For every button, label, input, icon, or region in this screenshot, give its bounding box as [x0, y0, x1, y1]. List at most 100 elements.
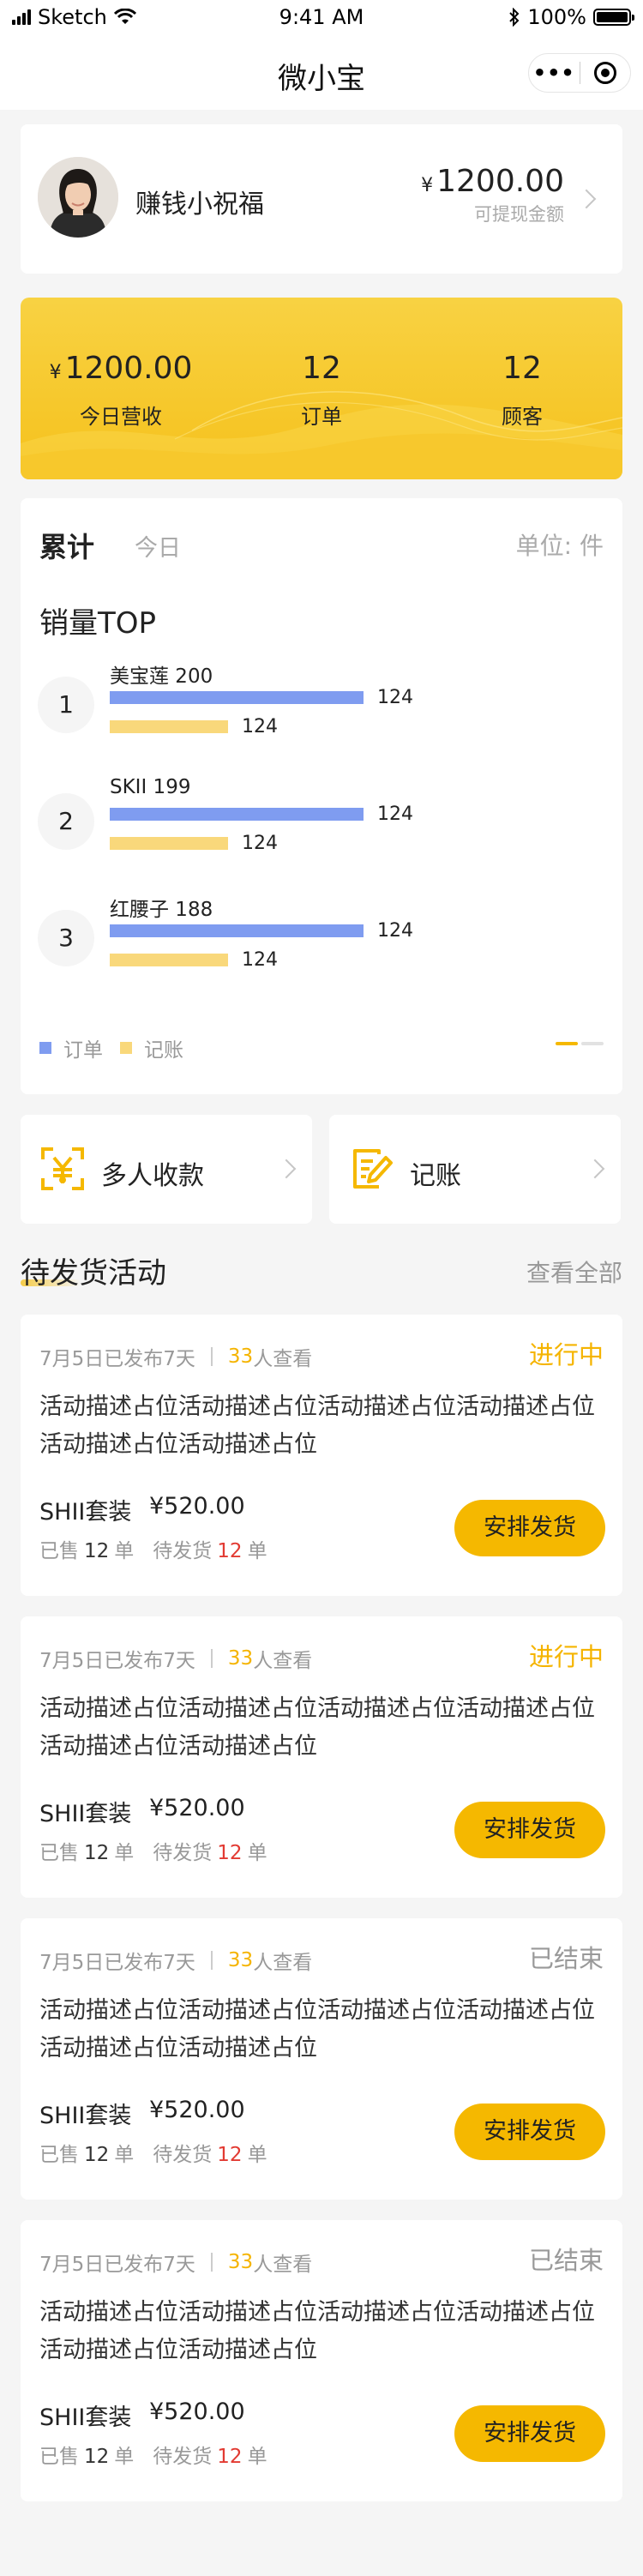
balance-value: 1200.00 [436, 164, 564, 199]
page-dot[interactable] [556, 1042, 578, 1045]
view-count: 33 [227, 2251, 254, 2273]
bookkeeping-bar-row: 124 [110, 715, 278, 737]
chevron-right-icon [576, 189, 597, 209]
battery-percent: 100% [527, 5, 586, 29]
bluetooth-icon [509, 8, 520, 27]
orders-value: 124 [377, 803, 413, 825]
activity-card[interactable]: 7月5日已发布7天 33 人查看 进行中 活动描述占位活动描述占位活动描述占位活动描… [21, 1616, 622, 1898]
bookkeeping-value: 124 [242, 715, 278, 737]
tab-cumulative[interactable]: 累计 [39, 526, 94, 565]
sold-count: 12 [84, 2446, 110, 2468]
meta-divider [210, 1649, 213, 1668]
close-target-icon[interactable] [580, 62, 630, 84]
group-collect-entry[interactable]: 多人收款 [21, 1115, 312, 1224]
publish-info: 7月5日已发布7天 [39, 2254, 195, 2276]
tab-today[interactable]: 今日 [135, 529, 181, 563]
pending-label: 待发货 [153, 1842, 213, 1864]
order-counts: 已售 12 单待发货 12 单 [39, 1836, 267, 1865]
pending-count: 12 [217, 1842, 243, 1864]
page-dot[interactable] [581, 1042, 604, 1045]
activity-card[interactable]: 7月5日已发布7天 33 人查看 已结束 活动描述占位活动描述占位活动描述占位活动描… [21, 2220, 622, 2501]
arrange-shipping-button[interactable]: 安排发货 [454, 1802, 605, 1858]
count-unit: 单 [247, 2144, 267, 2166]
order-counts: 已售 12 单待发货 12 单 [39, 2440, 267, 2469]
meta-divider [210, 1347, 213, 1366]
activity-description: 活动描述占位活动描述占位活动描述占位活动描述占位活动描述占位活动描述占位 [39, 1997, 595, 2061]
bookkeeping-bar [110, 719, 228, 733]
sold-count: 12 [84, 1540, 110, 1562]
sold-label: 已售 [39, 2446, 79, 2468]
count-unit: 单 [114, 1540, 135, 1562]
unit-label: 单位: 件 [515, 532, 604, 560]
bookkeeping-bar [110, 836, 228, 850]
stat-label: 今日营收 [80, 405, 162, 429]
pending-count: 12 [217, 2446, 243, 2468]
meta-divider [210, 2253, 213, 2272]
arrange-shipping-button[interactable]: 安排发货 [454, 2405, 605, 2462]
stat-label: 订单 [301, 405, 342, 429]
pending-label: 待发货 [153, 2446, 213, 2468]
more-icon[interactable]: ••• [529, 61, 580, 85]
view-count-suffix: 人查看 [253, 1952, 313, 1974]
view-count-suffix: 人查看 [253, 1348, 313, 1370]
currency-symbol: ¥ [421, 175, 434, 196]
stat-number: 12 [302, 351, 341, 386]
avatar [38, 157, 118, 238]
nav-bar: 微小宝 ••• [0, 34, 643, 110]
stat-orders: 12 订单 [221, 351, 422, 430]
activity-status: 已结束 [528, 2246, 604, 2275]
stat-currency: ¥ [49, 362, 62, 383]
order-counts: 已售 12 单待发货 12 单 [39, 1534, 267, 1563]
stat-customers: 12 顾客 [422, 351, 622, 430]
count-unit: 单 [114, 2446, 135, 2468]
sold-count: 12 [84, 2144, 110, 2166]
activity-description: 活动描述占位活动描述占位活动描述占位活动描述占位活动描述占位活动描述占位 [39, 2299, 595, 2363]
ranking-item: 2 SKII 199 124 124 [21, 776, 622, 879]
stat-value: ¥1200.00 [21, 351, 221, 386]
activity-description: 活动描述占位活动描述占位活动描述占位活动描述占位活动描述占位活动描述占位 [39, 1695, 595, 1760]
activity-meta: 7月5日已发布7天 33 人查看 [39, 1644, 312, 1673]
view-count: 33 [227, 1345, 254, 1368]
arrange-shipping-button[interactable]: 安排发货 [454, 1500, 605, 1556]
meta-divider [210, 1951, 213, 1970]
activity-description: 活动描述占位活动描述占位活动描述占位活动描述占位活动描述占位活动描述占位 [39, 1393, 595, 1458]
bookkeeping-entry[interactable]: 记账 [329, 1115, 621, 1224]
battery-level [597, 12, 628, 22]
activity-status: 已结束 [528, 1944, 604, 1973]
battery-icon [593, 9, 634, 26]
activity-status: 进行中 [528, 1340, 604, 1369]
legend-orders: 订单 [63, 1039, 103, 1062]
activity-card[interactable]: 7月5日已发布7天 33 人查看 进行中 活动描述占位活动描述占位活动描述占位活动描… [21, 1315, 622, 1596]
sold-count: 12 [84, 1842, 110, 1864]
product-name: SHII套装 [39, 1801, 132, 1827]
page-indicator [556, 1042, 604, 1045]
product-name: SHII套装 [39, 1499, 132, 1526]
count-unit: 单 [114, 1842, 135, 1864]
entry-label: 记账 [410, 1161, 461, 1191]
orders-bar-row: 124 [110, 687, 413, 708]
ranking-item: 3 红腰子 188 124 124 [21, 893, 622, 996]
publish-info: 7月5日已发布7天 [39, 1952, 195, 1974]
orders-bar-row: 124 [110, 803, 413, 825]
product-price: ¥520.00 [149, 1795, 245, 1821]
sales-ranking-card: 累计 今日 单位: 件 销量TOP 1 美宝莲 200 124 124 2 SK… [21, 498, 622, 1094]
stat-number: 1200.00 [64, 351, 193, 386]
bookkeeping-bar-row: 124 [110, 949, 278, 971]
legend-bookkeeping: 记账 [144, 1039, 183, 1062]
product-price: ¥520.00 [149, 1493, 245, 1520]
activity-meta: 7月5日已发布7天 33 人查看 [39, 1342, 312, 1371]
view-all-link[interactable]: 查看全部 [526, 1255, 622, 1289]
arrange-shipping-button[interactable]: 安排发货 [454, 2104, 605, 2160]
rank-product-name: 红腰子 188 [110, 899, 213, 921]
bookkeeping-value: 124 [242, 832, 278, 854]
legend-swatch-bookkeeping [120, 1042, 132, 1054]
ranking-item: 1 美宝莲 200 124 124 [21, 659, 622, 762]
sold-label: 已售 [39, 1842, 79, 1864]
profile-card[interactable]: 赚钱小祝福 ¥1200.00 可提现金额 [21, 124, 622, 274]
chevron-right-icon [276, 1159, 297, 1179]
activity-card[interactable]: 7月5日已发布7天 33 人查看 已结束 活动描述占位活动描述占位活动描述占位活动描… [21, 1918, 622, 2200]
activity-status: 进行中 [528, 1642, 604, 1671]
rank-number: 3 [38, 910, 94, 966]
rank-number: 1 [38, 677, 94, 733]
entry-label: 多人收款 [101, 1161, 204, 1191]
